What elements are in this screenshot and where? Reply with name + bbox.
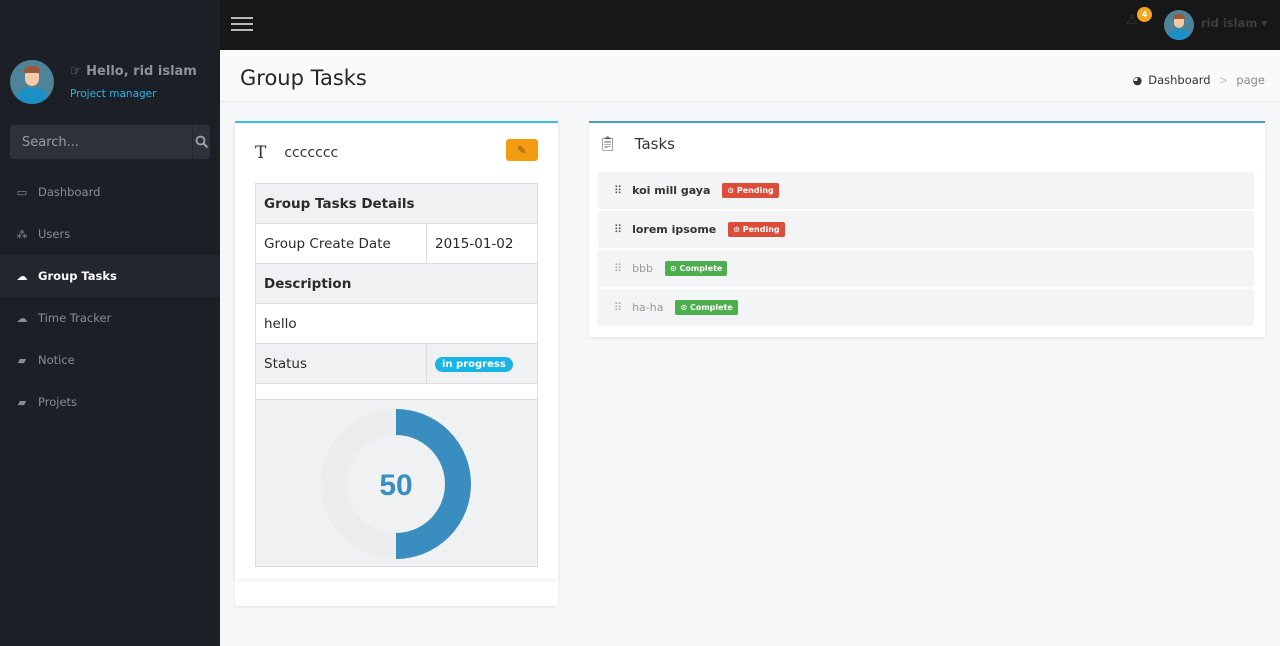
task-item[interactable]: ⠿ ha-ha ⊙ Complete [598, 289, 1254, 326]
sidebar: ☞ Hello, rid islam Project manager ▭ Dash… [0, 0, 220, 646]
user-role[interactable]: Project manager [70, 88, 210, 100]
search-button[interactable] [192, 125, 210, 159]
sidebar-item-label: Projets [38, 395, 78, 409]
task-status-badge: ⊙ Pending [722, 183, 779, 198]
user-menu-dropdown[interactable]: rid islam ▾ [1201, 16, 1267, 30]
task-item[interactable]: ⠿ bbb ⊙ Complete [598, 250, 1254, 287]
drag-handle-icon[interactable]: ⠿ [614, 262, 622, 275]
sidebar-item-notice[interactable]: ▰ Notice [0, 339, 220, 381]
text-height-icon: T [255, 143, 267, 163]
tasks-title: Tasks [634, 135, 675, 153]
search-icon [195, 135, 208, 149]
edit-icon: ✎ [517, 143, 527, 157]
breadcrumb-separator: > [1218, 73, 1229, 87]
cloud-download-icon: ☁ [16, 311, 28, 325]
sidebar-item-group-tasks[interactable]: ☁ Group Tasks [0, 255, 220, 297]
cloud-download-icon: ☁ [16, 269, 28, 283]
page-header: Group Tasks ◕ Dashboard > page [220, 50, 1280, 102]
greeting: ☞ Hello, rid islam [70, 64, 197, 79]
group-name: ccccccc [284, 145, 339, 161]
task-name: koi mill gaya [632, 184, 711, 197]
sidebar-item-label: Dashboard [38, 185, 101, 199]
sidebar-item-dashboard[interactable]: ▭ Dashboard [0, 171, 220, 213]
avatar [10, 60, 54, 104]
sidebar-item-label: Users [38, 227, 71, 241]
group-details-table: Group Tasks Details Group Create Date 20… [255, 183, 538, 401]
folder-open-icon: ▰ [17, 353, 27, 367]
user-avatar[interactable] [1164, 10, 1194, 40]
warning-icon[interactable]: ⚠ [1126, 13, 1138, 28]
drag-handle-icon[interactable]: ⠿ [614, 184, 622, 197]
task-item[interactable]: ⠿ koi mill gaya ⊙ Pending [598, 172, 1254, 209]
clipboard-icon: 📋︎ [599, 136, 617, 152]
group-details-card: T ccccccc ✎ Group Tasks Details Group Cr… [235, 121, 558, 606]
user-profile: ☞ Hello, rid islam Project manager [10, 60, 197, 104]
edit-button[interactable]: ✎ [506, 139, 538, 161]
breadcrumb: ◕ Dashboard > page [1133, 73, 1265, 87]
sitemap-icon: ⁂ [16, 227, 28, 241]
task-status-badge: ⊙ Complete [665, 261, 728, 276]
sidebar-item-time-tracker[interactable]: ☁ Time Tracker [0, 297, 220, 339]
task-name: ha-ha [632, 301, 664, 314]
search-input[interactable] [10, 125, 192, 159]
create-date-value: 2015-01-02 [426, 223, 538, 264]
task-list: ⠿ koi mill gaya ⊙ Pending ⠿ lorem ipsome ⊙ P… [598, 172, 1254, 328]
group-title: T ccccccc [255, 143, 338, 163]
progress-chart: 50 [255, 399, 538, 567]
task-status-badge: ⊙ Pending [728, 222, 785, 237]
task-name: lorem ipsome [632, 223, 717, 236]
tasks-header: 📋︎ Tasks [599, 135, 675, 153]
top-navbar: ⚠ 4 rid islam ▾ [220, 0, 1280, 50]
task-name: bbb [632, 262, 654, 275]
create-date-label: Group Create Date [255, 223, 427, 264]
laptop-icon: ▭ [16, 185, 28, 199]
task-status-badge: ⊙ Complete [675, 300, 738, 315]
status-badge: in progress [435, 357, 513, 372]
sidebar-nav: ▭ Dashboard ⁂ Users ☁ Group Tasks ☁ Time Tra… [0, 171, 220, 423]
description-label: Description [255, 263, 538, 304]
task-item[interactable]: ⠿ lorem ipsome ⊙ Pending [598, 211, 1254, 248]
description-value: hello [255, 303, 538, 344]
sidebar-item-projets[interactable]: ▰ Projets [0, 381, 220, 423]
progress-value: 50 [379, 469, 412, 502]
search-box [10, 125, 210, 159]
details-header: Group Tasks Details [255, 183, 538, 224]
sidebar-item-users[interactable]: ⁂ Users [0, 213, 220, 255]
breadcrumb-dashboard[interactable]: Dashboard [1148, 73, 1210, 87]
progress-donut: 50 [321, 409, 471, 559]
drag-handle-icon[interactable]: ⠿ [614, 223, 622, 236]
menu-toggle-icon[interactable] [231, 17, 253, 32]
drag-handle-icon[interactable]: ⠿ [614, 301, 622, 314]
notification-badge: 4 [1137, 7, 1152, 22]
sidebar-item-label: Time Tracker [38, 311, 112, 325]
sidebar-item-label: Group Tasks [38, 269, 117, 283]
page-title: Group Tasks [240, 66, 367, 90]
folder-open-icon: ▰ [17, 395, 27, 409]
breadcrumb-current: page [1236, 73, 1265, 87]
status-label: Status [255, 343, 427, 384]
tasks-card: 📋︎ Tasks ⠿ koi mill gaya ⊙ Pending ⠿ lorem … [589, 121, 1265, 337]
sidebar-item-label: Notice [38, 353, 75, 367]
dashboard-icon: ◕ [1132, 73, 1143, 87]
